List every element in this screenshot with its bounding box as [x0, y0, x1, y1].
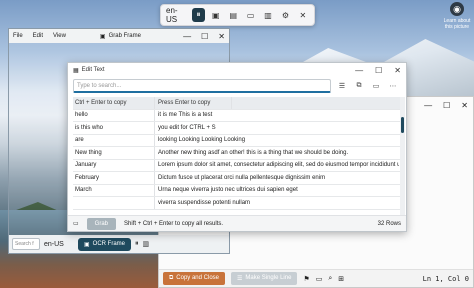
copy-icon: ⧉: [169, 275, 174, 281]
column-header-empty: [231, 97, 403, 109]
cell-key: New thing: [73, 147, 155, 159]
pause-icon[interactable]: ⏸: [135, 240, 139, 248]
menu-file[interactable]: File: [13, 33, 23, 39]
grab-frame-titlebar: File Edit View ▣ Grab Frame — ☐ ✕: [9, 29, 229, 43]
table-row[interactable]: New thing Another new thing asdf an other…: [73, 147, 403, 160]
cell-key: [73, 197, 155, 209]
maximize-icon[interactable]: ☐: [375, 66, 382, 75]
camera-icon: ◉: [450, 2, 464, 16]
make-single-line-button[interactable]: ☰ Make Single Line: [231, 272, 298, 285]
cell-key: is this who: [73, 122, 155, 134]
scan-icon: ▣: [84, 241, 90, 248]
grab-frame-title: ▣ Grab Frame: [99, 33, 141, 40]
cell-key: February: [73, 172, 155, 184]
cell-value: Urna neque viverra justo nec ultrices du…: [158, 187, 298, 194]
close-icon[interactable]: ✕: [394, 66, 401, 75]
copy-all-hint: Shift + Ctrl + Enter to copy all results…: [124, 220, 224, 227]
learn-about-picture[interactable]: ◉ Learn about this picture: [442, 2, 472, 30]
search-icon[interactable]: ⌕: [328, 275, 332, 283]
maximize-icon[interactable]: ☐: [201, 32, 208, 41]
font-icon[interactable]: ▭: [316, 275, 323, 283]
edit-text-window-controls: — ☐ ✕: [355, 66, 401, 75]
grab-frame-search-input[interactable]: Search f: [12, 238, 40, 250]
cell-key: March: [73, 184, 155, 196]
cell-value: viverra suspendisse potenti nullam: [158, 199, 251, 206]
about-label: Learn about this picture: [443, 18, 471, 30]
table-header: Ctrl + Enter to copy Press Enter to copy: [73, 97, 403, 110]
close-icon[interactable]: ✕: [461, 101, 468, 110]
cell-value: looking Looking Looking Looking: [158, 137, 246, 144]
edit-text-app-icon: ▦: [73, 67, 79, 74]
grid-icon[interactable]: ⊞: [338, 275, 344, 283]
results-table: Ctrl + Enter to copy Press Enter to copy…: [73, 97, 403, 215]
single-line-icon: ☰: [237, 276, 243, 282]
copy-and-close-button[interactable]: ⧉ Copy and Close: [163, 272, 225, 285]
menu-edit[interactable]: Edit: [33, 33, 43, 39]
table-row[interactable]: January Lorem ipsum dolor sit amet, conse…: [73, 159, 403, 172]
maximize-icon[interactable]: ☐: [443, 101, 450, 110]
close-icon[interactable]: ✕: [218, 32, 225, 41]
edit-text-search-row: Type to search... ☰ ⧉ ▭ ⋯: [68, 77, 406, 95]
table-row[interactable]: are looking Looking Looking Looking: [73, 134, 403, 147]
pause-icon[interactable]: ⏸: [192, 8, 205, 22]
table-row[interactable]: viverra suspendisse potenti nullam: [73, 197, 403, 210]
grab-frame-bottombar: Search f en-US ▣ OCR Frame ⏸ ▥: [9, 235, 229, 253]
settings-icon[interactable]: ⚙: [279, 8, 291, 22]
edit-text-title: Edit Text: [81, 67, 105, 73]
edit-text-dialog: ▦ Edit Text — ☐ ✕ Type to search... ☰ ⧉ …: [67, 62, 407, 232]
grab-frame-app-icon: ▣: [99, 33, 106, 40]
table-row[interactable]: March Urna neque viverra justo nec ultric…: [73, 184, 403, 197]
edit-text-bottombar: ▭ Grab Shift + Ctrl + Enter to copy all …: [68, 215, 406, 231]
grab-frame-window-controls: — ☐ ✕: [183, 32, 225, 41]
ocr-frame-button[interactable]: ▣ OCR Frame: [78, 237, 132, 251]
window-icon[interactable]: ▭: [370, 80, 382, 92]
menu-view[interactable]: View: [53, 33, 66, 39]
fullscreen-grab-icon[interactable]: ▣: [210, 8, 222, 22]
cell-value: it is me This is a test: [158, 112, 213, 119]
toolbar-language[interactable]: en-US: [166, 6, 187, 24]
table-row[interactable]: February Dictum fusce ut placerat orci nu…: [73, 172, 403, 185]
language-icon[interactable]: ⚑: [303, 275, 309, 283]
cell-key: are: [73, 134, 155, 146]
grab-button[interactable]: Grab: [86, 217, 117, 230]
close-icon[interactable]: ✕: [297, 8, 309, 22]
edit-text-titlebar: ▦ Edit Text — ☐ ✕: [68, 63, 406, 77]
minimize-icon[interactable]: —: [183, 32, 191, 41]
edit-text-icon[interactable]: ▭: [244, 8, 256, 22]
more-icon[interactable]: ⋯: [387, 80, 399, 92]
copy-icon[interactable]: ⧉: [353, 80, 365, 92]
list-icon[interactable]: ☰: [336, 80, 348, 92]
table-row[interactable]: hello it is me This is a test: [73, 109, 403, 122]
table-icon[interactable]: ▥: [143, 240, 150, 248]
edit-text-search-input[interactable]: Type to search...: [73, 79, 331, 93]
minimize-icon[interactable]: —: [424, 101, 432, 110]
cell-value: Dictum fusce ut placerat orci nulla pell…: [158, 174, 326, 181]
cell-value: Lorem ipsum dolor sit amet, consectetur …: [158, 162, 399, 169]
editor-window-controls: — ☐ ✕: [424, 101, 468, 110]
editor-statusbar: ⧉ Copy and Close ☰ Make Single Line ⚑ ▭ ⌕ …: [159, 269, 473, 287]
column-header-value: Press Enter to copy: [158, 99, 211, 106]
grab-frame-icon[interactable]: ▤: [227, 8, 239, 22]
column-header-key: Ctrl + Enter to copy: [73, 97, 155, 109]
table-scrollbar[interactable]: [400, 97, 405, 215]
language-toolbar: en-US ⏸ ▣ ▤ ▭ ▥ ⚙ ✕: [160, 4, 315, 26]
cursor-position: Ln 1, Col 0: [422, 274, 469, 283]
grab-frame-language[interactable]: en-US: [44, 241, 74, 248]
cell-key: January: [73, 159, 155, 171]
cell-key: hello: [73, 109, 155, 121]
row-count: 32 Rows: [377, 220, 401, 227]
cell-value: you edit for CTRL + S: [158, 124, 216, 131]
window-icon[interactable]: ▭: [73, 220, 79, 227]
scrollbar-thumb[interactable]: [401, 117, 404, 133]
table-row[interactable]: is this who you edit for CTRL + S: [73, 122, 403, 135]
cell-value: Another new thing asdf an other! this is…: [158, 149, 349, 156]
quick-lookup-icon[interactable]: ▥: [262, 8, 274, 22]
minimize-icon[interactable]: —: [355, 66, 363, 75]
